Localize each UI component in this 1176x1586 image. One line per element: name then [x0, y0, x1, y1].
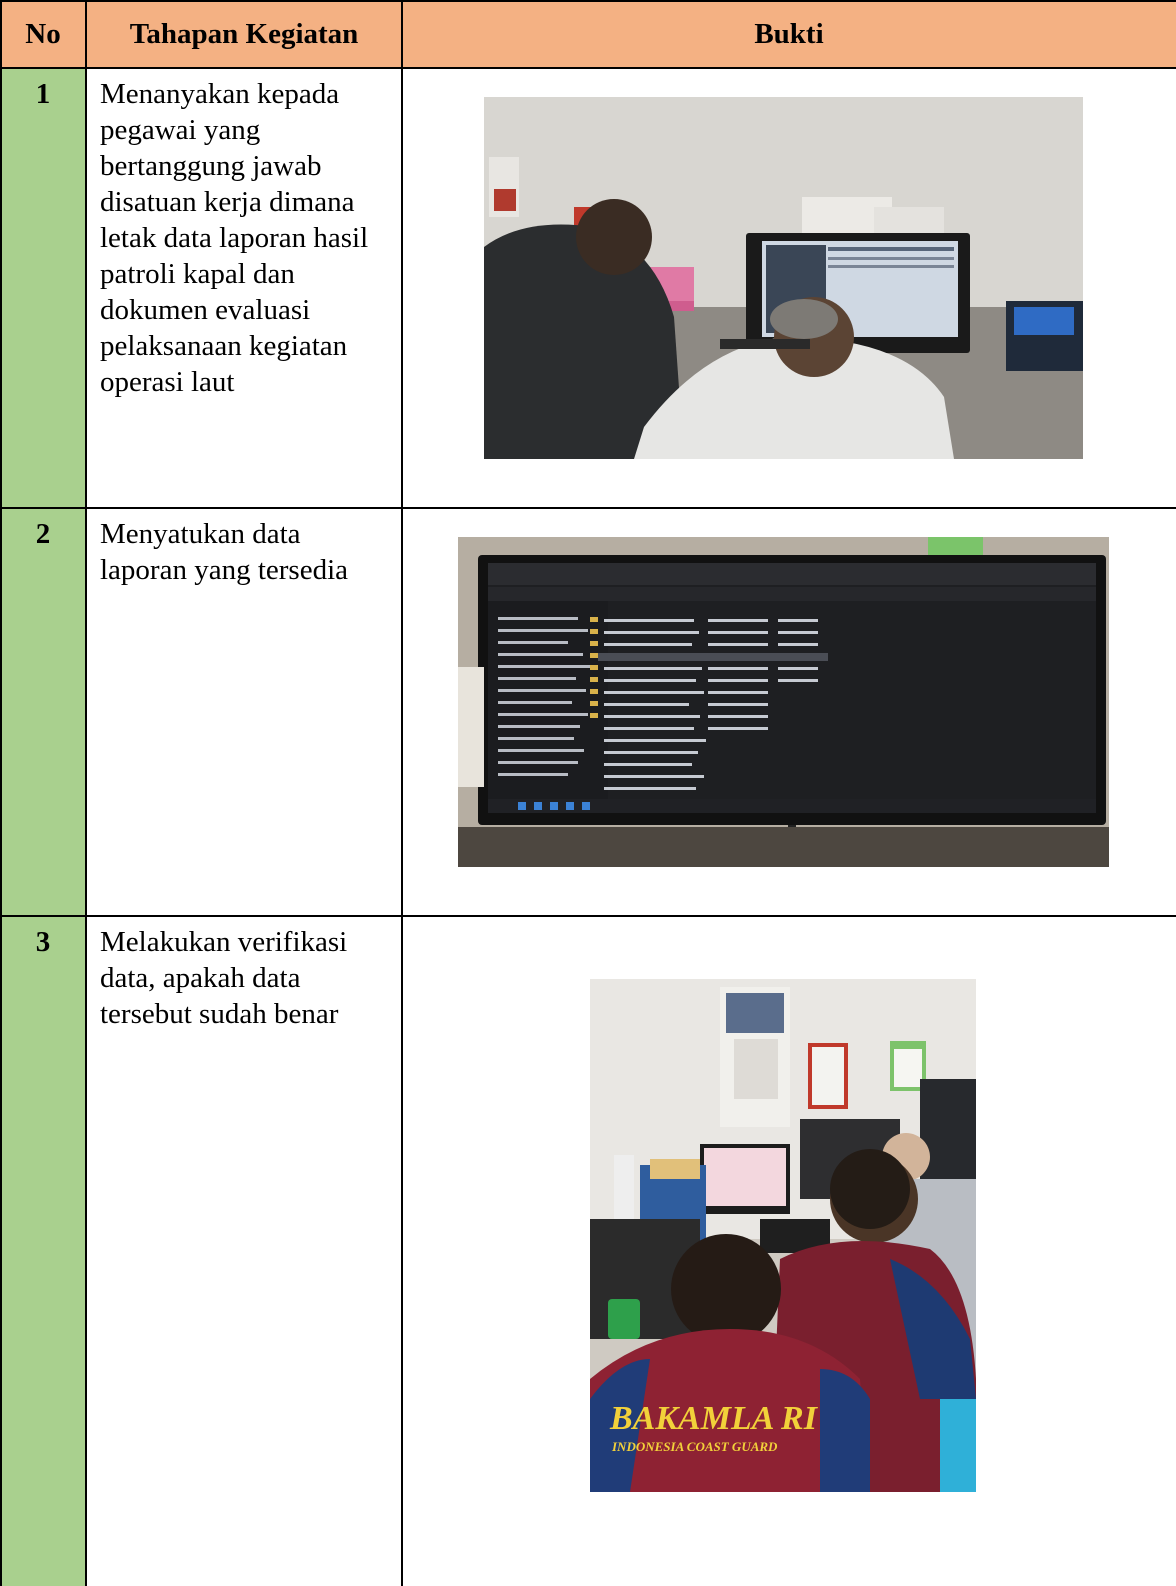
row-divider: [0, 507, 1176, 509]
evidence-photo-2: [458, 537, 1109, 867]
header-evidence: Bukti: [402, 0, 1176, 68]
row-2-stage: Menyatukan data laporan yang tersedia: [100, 518, 349, 586]
column-divider: [401, 0, 403, 1586]
column-divider: [85, 0, 87, 1586]
table-border-top: [0, 0, 1176, 2]
header-evidence-label: Bukti: [754, 17, 824, 50]
header-no-label: No: [25, 17, 61, 50]
row-divider: [0, 67, 1176, 69]
row-1-stage: Menanyakan kepada pegawai yang bertanggu…: [100, 78, 369, 398]
photo-3-shirt-subtext: INDONESIA COAST GUARD: [611, 1439, 778, 1454]
row-3-no: 3: [0, 916, 86, 1586]
evidence-table: No Tahapan Kegiatan Bukti 1 Menanyakan k…: [0, 0, 1176, 1586]
row-1-no: 1: [0, 68, 86, 508]
evidence-photo-3: BAKAMLA RI INDONESIA COAST GUARD: [590, 979, 976, 1492]
photo-3-shirt-text: BAKAMLA RI: [609, 1400, 819, 1437]
evidence-photo-1: [484, 97, 1083, 459]
header-no: No: [0, 0, 86, 68]
row-divider: [0, 915, 1176, 917]
table-border-left: [0, 0, 2, 1586]
header-stage: Tahapan Kegiatan: [86, 0, 402, 68]
row-3-stage: Melakukan verifikasi data, apakah data t…: [100, 926, 348, 1030]
header-stage-label: Tahapan Kegiatan: [129, 17, 359, 50]
row-2-no: 2: [0, 508, 86, 916]
